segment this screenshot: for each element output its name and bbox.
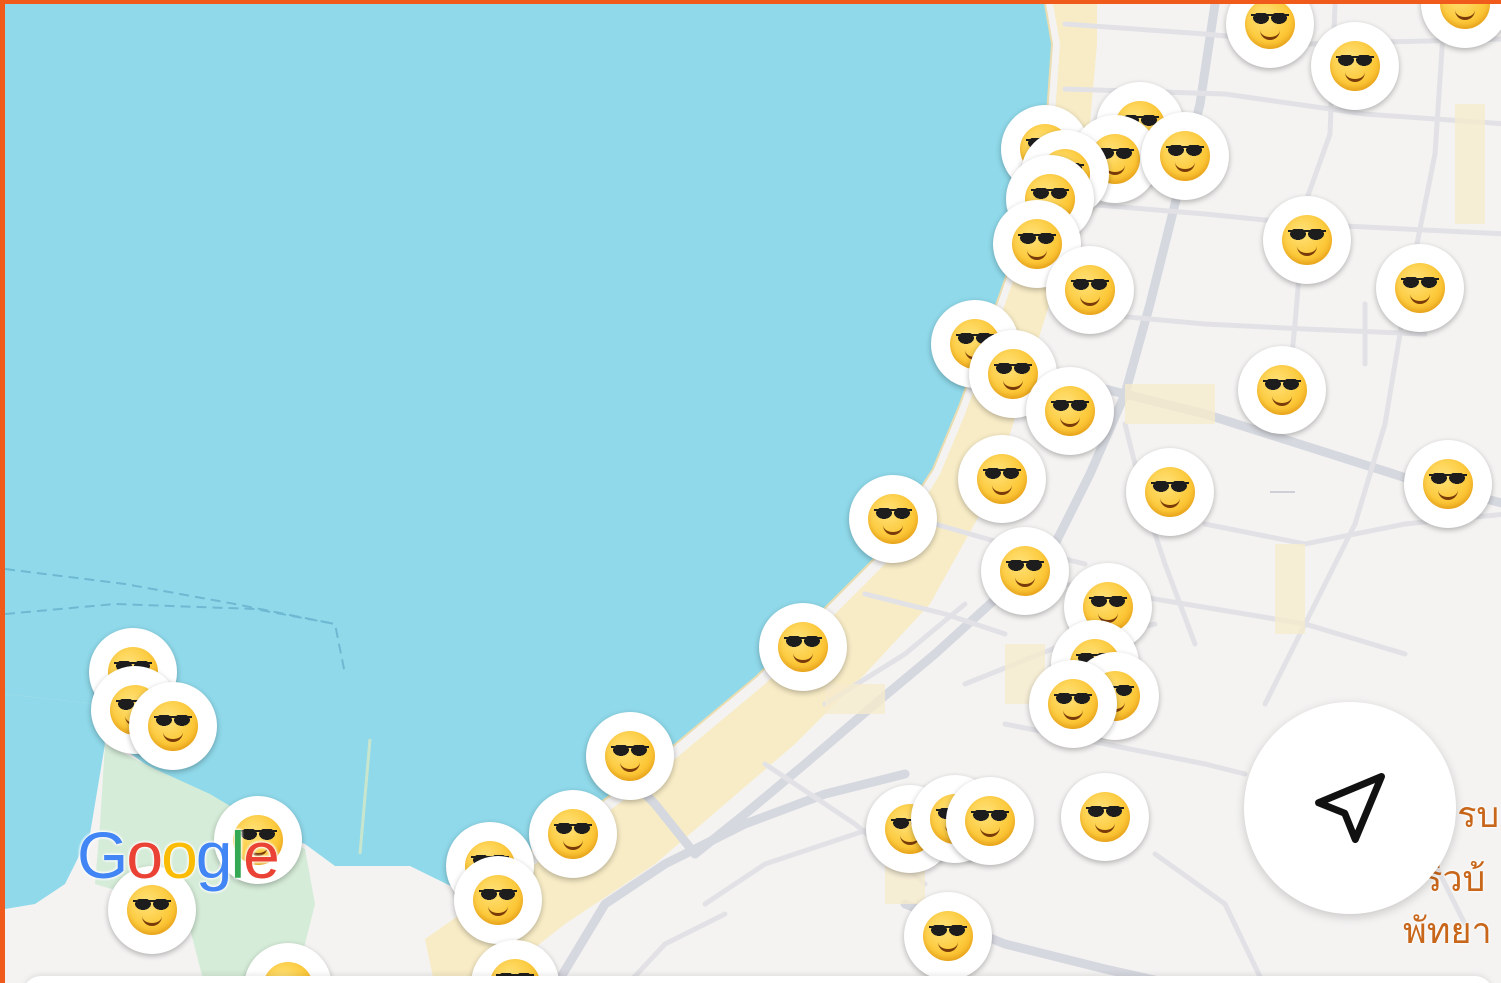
- place-marker[interactable]: [849, 475, 937, 563]
- place-marker[interactable]: [946, 777, 1034, 865]
- google-logo-letter: g: [195, 818, 233, 892]
- place-marker[interactable]: [1311, 22, 1399, 110]
- place-marker[interactable]: [1263, 196, 1351, 284]
- place-marker[interactable]: [529, 790, 617, 878]
- place-marker[interactable]: [1029, 660, 1117, 748]
- smiling-face-with-sunglasses-icon: [1395, 263, 1445, 313]
- place-marker[interactable]: [1026, 367, 1114, 455]
- place-marker[interactable]: [1376, 244, 1464, 332]
- place-marker[interactable]: [759, 603, 847, 691]
- google-logo-letter: o: [126, 818, 163, 892]
- place-marker[interactable]: [1046, 246, 1134, 334]
- smiling-face-with-sunglasses-icon: [778, 622, 828, 672]
- smiling-face-with-sunglasses-icon: [868, 494, 918, 544]
- smiling-face-with-sunglasses-icon: [1080, 792, 1130, 842]
- bottom-sheet-handle[interactable]: [23, 976, 1493, 983]
- smiling-face-with-sunglasses-icon: [1423, 459, 1473, 509]
- google-logo-letter: l: [230, 818, 246, 892]
- smiling-face-with-sunglasses-icon: [1160, 131, 1210, 181]
- map-view[interactable]: ครบ ร่วบ้ พัทยา Google: [0, 0, 1501, 983]
- my-location-button[interactable]: [1244, 702, 1456, 914]
- smiling-face-with-sunglasses-icon: [1257, 365, 1307, 415]
- smiling-face-with-sunglasses-icon: [1012, 219, 1062, 269]
- google-logo-letter: G: [77, 818, 128, 892]
- smiling-face-with-sunglasses-icon: [1282, 215, 1332, 265]
- place-marker[interactable]: [981, 527, 1069, 615]
- smiling-face-with-sunglasses-icon: [605, 731, 655, 781]
- smiling-face-with-sunglasses-icon: [148, 701, 198, 751]
- smiling-face-with-sunglasses-icon: [473, 875, 523, 925]
- place-marker[interactable]: [1404, 440, 1492, 528]
- place-marker[interactable]: [1061, 773, 1149, 861]
- place-marker[interactable]: [454, 856, 542, 944]
- smiling-face-with-sunglasses-icon: [1045, 386, 1095, 436]
- google-logo: Google: [77, 822, 280, 888]
- smiling-face-with-sunglasses-icon: [977, 454, 1027, 504]
- smiling-face-with-sunglasses-icon: [1048, 679, 1098, 729]
- place-marker[interactable]: [129, 682, 217, 770]
- place-marker[interactable]: [1126, 448, 1214, 536]
- smiling-face-with-sunglasses-icon: [1440, 4, 1490, 29]
- navigation-arrow-icon: [1315, 773, 1385, 843]
- smiling-face-with-sunglasses-icon: [127, 885, 177, 935]
- place-marker[interactable]: [904, 892, 992, 980]
- smiling-face-with-sunglasses-icon: [1330, 41, 1380, 91]
- smiling-face-with-sunglasses-icon: [1000, 546, 1050, 596]
- place-marker[interactable]: [1238, 346, 1326, 434]
- place-marker[interactable]: [1141, 112, 1229, 200]
- smiling-face-with-sunglasses-icon: [965, 796, 1015, 846]
- smiling-face-with-sunglasses-icon: [548, 809, 598, 859]
- smiling-face-with-sunglasses-icon: [923, 911, 973, 961]
- place-marker[interactable]: [586, 712, 674, 800]
- place-marker[interactable]: [958, 435, 1046, 523]
- place-label-3: พัทยา: [1403, 911, 1492, 952]
- google-logo-letter: e: [243, 818, 280, 892]
- smiling-face-with-sunglasses-icon: [1245, 4, 1295, 49]
- smiling-face-with-sunglasses-icon: [1065, 265, 1115, 315]
- google-logo-letter: o: [161, 818, 198, 892]
- smiling-face-with-sunglasses-icon: [1145, 467, 1195, 517]
